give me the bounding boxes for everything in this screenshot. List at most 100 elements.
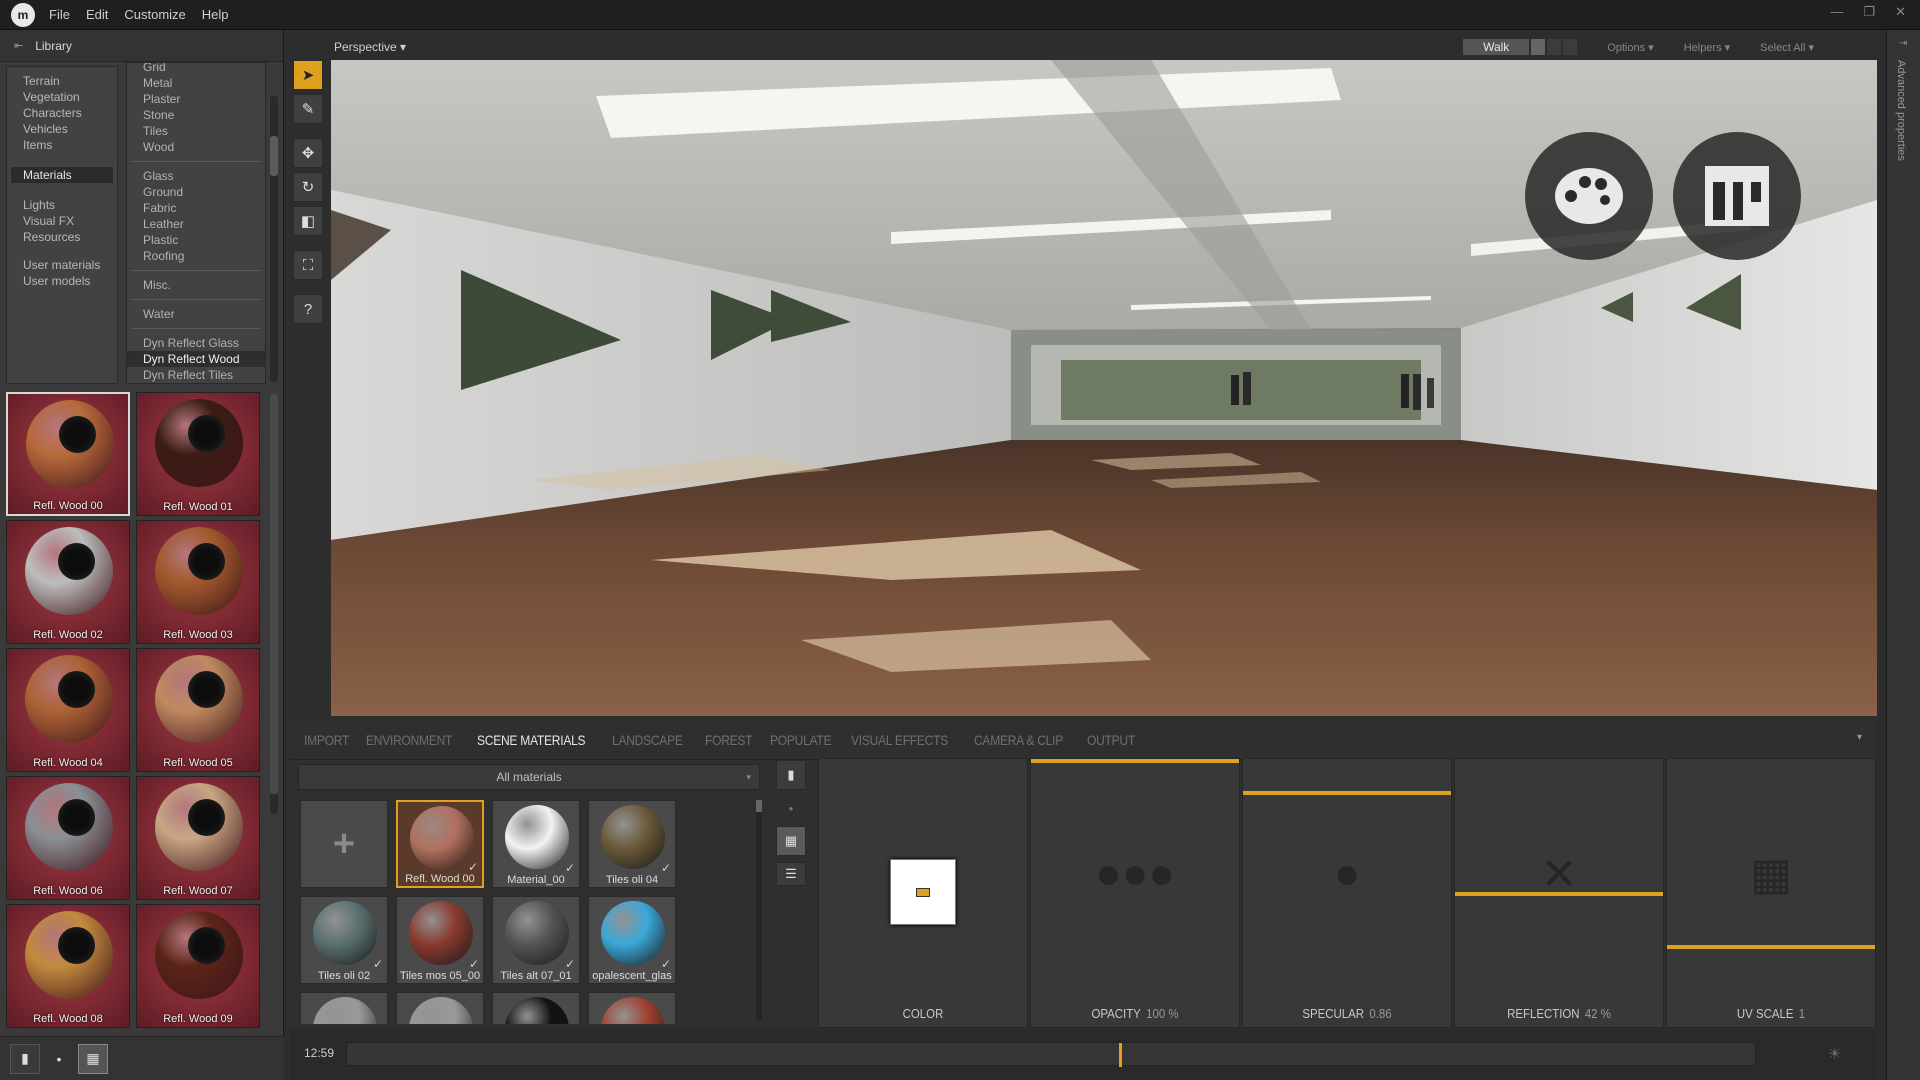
material-tile[interactable]: Refl. Wood 07 <box>136 776 260 900</box>
subcategory-metal[interactable]: Metal <box>127 75 265 91</box>
menu-help[interactable]: Help <box>202 7 229 22</box>
subcategory-ground[interactable]: Ground <box>127 184 265 200</box>
subcategory-dyn-reflect-wood[interactable]: Dyn Reflect Wood <box>127 351 265 367</box>
scene-material-tile[interactable]: Refl. Wood 00 ✓ <box>396 800 484 888</box>
material-tile[interactable]: Refl. Wood 05 <box>136 648 260 772</box>
close-icon[interactable]: ✕ <box>1895 4 1906 20</box>
material-tile[interactable]: Refl. Wood 08 <box>6 904 130 1028</box>
select-arrow-icon[interactable]: ➤ <box>293 60 323 90</box>
dot-icon[interactable]: • <box>52 1044 66 1074</box>
brush-icon[interactable]: ▮ <box>10 1043 40 1074</box>
maximize-icon[interactable]: ❐ <box>1863 4 1875 20</box>
scene-material-tile[interactable] <box>396 992 484 1024</box>
scene-material-tile[interactable] <box>300 992 388 1024</box>
tab-scene-materials[interactable]: SCENE MATERIALS <box>477 732 586 748</box>
category-lights[interactable]: Lights <box>7 197 117 213</box>
category-terrain[interactable]: Terrain <box>7 73 117 89</box>
category-materials[interactable]: Materials <box>11 167 113 183</box>
subcategory-stone[interactable]: Stone <box>127 107 265 123</box>
subcategory-scrollbar[interactable] <box>270 96 278 382</box>
tab-import[interactable]: IMPORT <box>304 732 349 748</box>
subcategory-plaster[interactable]: Plaster <box>127 91 265 107</box>
reflection-property[interactable]: ✕ REFLECTION 42 % <box>1454 758 1664 1028</box>
scene-material-tile[interactable]: opalescent_glas ✓ <box>588 896 676 984</box>
walk-button[interactable]: Walk <box>1463 39 1530 55</box>
material-mode-icon[interactable]: ▦ <box>78 1043 108 1074</box>
uv-scale-property[interactable]: ▦ UV SCALE 1 <box>1666 758 1876 1028</box>
material-tile[interactable]: Refl. Wood 01 <box>136 392 260 516</box>
material-tile[interactable]: Refl. Wood 00 <box>6 392 130 516</box>
scene-material-scrollbar[interactable] <box>756 800 762 1020</box>
material-filter-dropdown[interactable]: All materials ▾ <box>298 764 760 790</box>
tab-populate[interactable]: POPULATE <box>770 732 832 748</box>
scale-icon[interactable]: ◧ <box>293 206 323 236</box>
menu-edit[interactable]: Edit <box>86 7 108 22</box>
menu-file[interactable]: File <box>49 7 70 22</box>
app-logo-icon[interactable]: m <box>11 2 35 27</box>
walk-mode-toggle-2[interactable] <box>1547 39 1562 55</box>
help-icon[interactable]: ? <box>293 294 323 324</box>
category-visual-fx[interactable]: Visual FX <box>7 213 117 229</box>
walk-mode-toggle-3[interactable] <box>1563 39 1578 55</box>
3d-viewport[interactable] <box>331 60 1877 716</box>
walk-mode-toggle-1[interactable] <box>1531 39 1546 55</box>
subcategory-water[interactable]: Water <box>127 306 265 322</box>
category-characters[interactable]: Characters <box>7 105 117 121</box>
minimize-icon[interactable]: — <box>1830 4 1843 20</box>
subcategory-glass[interactable]: Glass <box>127 168 265 184</box>
category-resources[interactable]: Resources <box>7 229 117 245</box>
subcategory-leather[interactable]: Leather <box>127 216 265 232</box>
list-view-icon[interactable]: ☰ <box>776 862 806 886</box>
color-property[interactable]: COLOR <box>818 758 1028 1028</box>
subcategory-grid[interactable]: Grid <box>127 63 265 75</box>
timeline-marker[interactable] <box>1119 1043 1122 1067</box>
category-vegetation[interactable]: Vegetation <box>7 89 117 105</box>
color-swatch[interactable] <box>890 859 956 925</box>
small-dot-icon[interactable]: • <box>776 796 806 820</box>
sun-icon[interactable]: ☀ <box>1828 1044 1842 1064</box>
subcategory-fabric[interactable]: Fabric <box>127 200 265 216</box>
material-tile[interactable]: Refl. Wood 04 <box>6 648 130 772</box>
move-icon[interactable]: ✥ <box>293 138 323 168</box>
menu-customize[interactable]: Customize <box>124 7 185 22</box>
tab-forest[interactable]: FOREST <box>705 732 753 748</box>
tab-environment[interactable]: ENVIRONMENT <box>366 732 452 748</box>
tab-camera-clip[interactable]: CAMERA & CLIP <box>974 732 1063 748</box>
scene-material-tile[interactable]: Tiles mos 05_00 ✓ <box>396 896 484 984</box>
select-all-dropdown[interactable]: Select All ▾ <box>1760 41 1814 54</box>
focus-frame-icon[interactable]: ⛶ <box>293 250 323 280</box>
options-dropdown[interactable]: Options ▾ <box>1607 41 1654 54</box>
category-user-materials[interactable]: User materials <box>7 257 117 273</box>
specular-property[interactable]: ● SPECULAR 0.86 <box>1242 758 1452 1028</box>
helpers-dropdown[interactable]: Helpers ▾ <box>1684 41 1730 54</box>
scene-material-tile[interactable]: Tiles oli 04 ✓ <box>588 800 676 888</box>
material-tile[interactable]: Refl. Wood 02 <box>6 520 130 644</box>
eyedropper-icon[interactable]: ✎ <box>293 94 323 124</box>
subcategory-wood[interactable]: Wood <box>127 139 265 155</box>
tab-output[interactable]: OUTPUT <box>1087 732 1135 748</box>
subcategory-roofing[interactable]: Roofing <box>127 248 265 264</box>
category-vehicles[interactable]: Vehicles <box>7 121 117 137</box>
category-user-models[interactable]: User models <box>7 273 117 289</box>
add-material-button[interactable]: + <box>300 800 388 888</box>
subcategory-plastic[interactable]: Plastic <box>127 232 265 248</box>
view-mode-dropdown[interactable]: Perspective ▾ <box>334 40 406 54</box>
scene-material-tile[interactable]: Tiles oli 02 ✓ <box>300 896 388 984</box>
subcategory-misc[interactable]: Misc. <box>127 277 265 293</box>
timeline-track[interactable] <box>346 1042 1756 1067</box>
scene-material-tile[interactable] <box>492 992 580 1024</box>
paint-brush-icon[interactable]: ▮ <box>776 760 806 790</box>
category-items[interactable]: Items <box>7 137 117 153</box>
collapse-left-icon[interactable]: ⇤ <box>14 39 23 52</box>
library-header[interactable]: ⇤ Library <box>0 30 283 62</box>
subcategory-dyn-reflect-tiles[interactable]: Dyn Reflect Tiles <box>127 367 265 383</box>
tab-landscape[interactable]: LANDSCAPE <box>612 732 683 748</box>
scene-material-tile[interactable]: Material_00 ✓ <box>492 800 580 888</box>
subcategory-dyn-reflect-glass[interactable]: Dyn Reflect Glass <box>127 335 265 351</box>
collapse-panel-icon[interactable]: ▾ <box>1857 732 1862 743</box>
scene-material-tile[interactable] <box>588 992 676 1024</box>
material-tile[interactable]: Refl. Wood 09 <box>136 904 260 1028</box>
material-scrollbar[interactable] <box>270 394 278 814</box>
advanced-properties-strip[interactable]: ⇥ Advanced properties <box>1886 30 1920 1080</box>
expand-right-icon[interactable]: ⇥ <box>1899 38 1907 49</box>
